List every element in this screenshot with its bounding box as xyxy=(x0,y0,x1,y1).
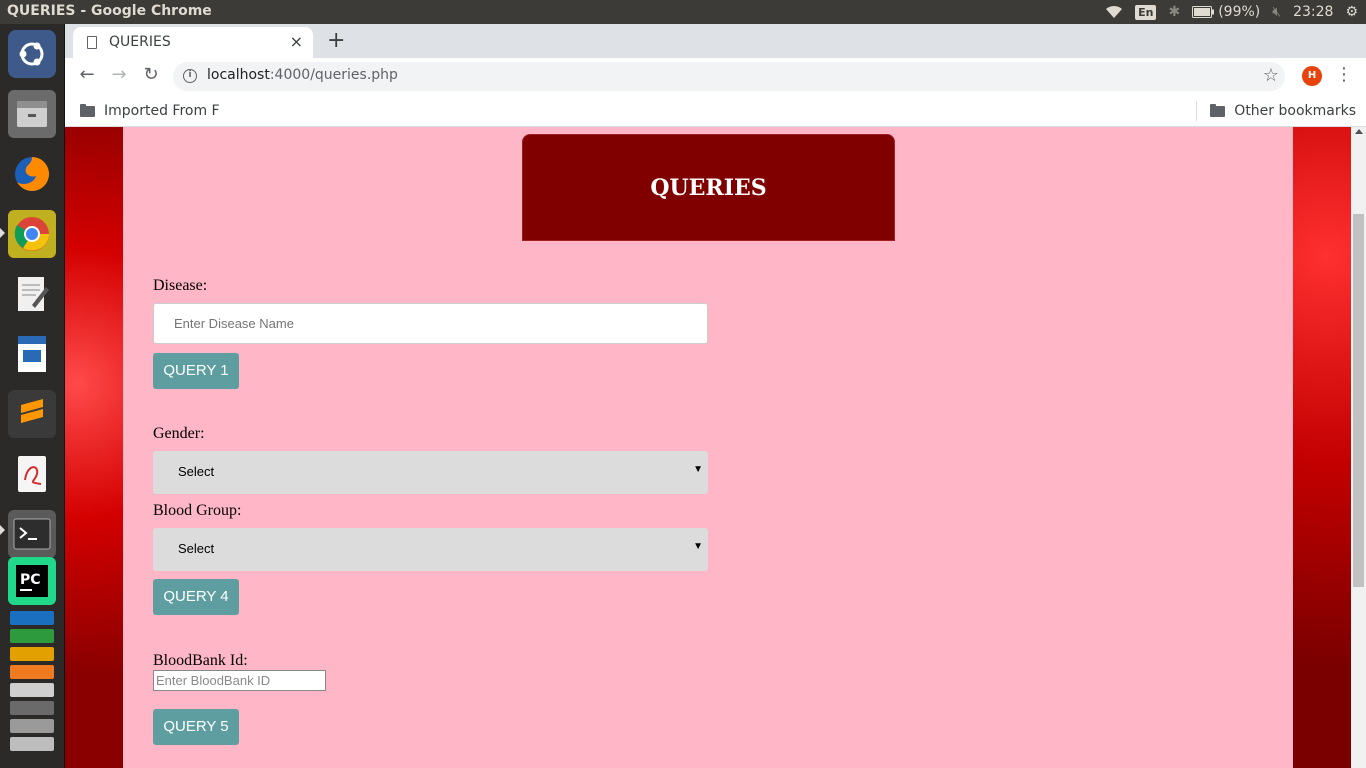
running-app-indicator xyxy=(0,525,5,535)
query5-button[interactable]: QUERY 5 xyxy=(153,709,239,745)
url-text[interactable]: localhost:4000/queries.php xyxy=(207,67,398,83)
disease-label: Disease: xyxy=(153,277,208,294)
background-left xyxy=(65,127,123,768)
libreoffice-writer-icon[interactable] xyxy=(8,330,56,378)
terminal-icon[interactable] xyxy=(8,510,56,558)
bookmark-imported-label: Imported From F xyxy=(104,103,220,119)
profile-avatar[interactable]: H xyxy=(1302,66,1322,86)
info-icon[interactable]: i xyxy=(183,69,197,83)
scroll-up-arrow-icon[interactable] xyxy=(1355,129,1363,134)
battery-percent: (99%) xyxy=(1218,4,1261,20)
new-tab-button[interactable]: + xyxy=(327,28,345,53)
browser-menu-icon[interactable]: ⋮ xyxy=(1335,64,1353,85)
page-icon xyxy=(87,36,97,49)
settings-gear-icon[interactable]: ⚙ xyxy=(1345,4,1358,20)
folder-icon xyxy=(80,103,95,117)
bookmark-other[interactable]: Other bookmarks xyxy=(1210,103,1356,119)
bookmark-imported[interactable]: Imported From F xyxy=(80,103,220,119)
window-title: QUERIES - Google Chrome xyxy=(7,3,212,19)
bloodbank-id-input[interactable] xyxy=(153,670,326,691)
document-viewer-icon[interactable] xyxy=(8,450,56,498)
gender-label: Gender: xyxy=(153,425,205,442)
page-viewport: QUERIES Disease: QUERY 1 Gender: Select … xyxy=(65,127,1351,768)
launcher: PC xyxy=(0,24,65,768)
gender-selected-value: Select xyxy=(178,464,215,479)
tab-close-icon[interactable]: × xyxy=(290,32,303,51)
bloodbank-id-label: BloodBank Id: xyxy=(153,652,248,669)
bluetooth-icon[interactable]: ✱ xyxy=(1168,4,1180,20)
battery-indicator[interactable]: (99%) xyxy=(1192,4,1260,20)
reload-button[interactable]: ↻ xyxy=(139,64,163,85)
pycharm-icon[interactable]: PC xyxy=(8,557,56,605)
url-host: localhost xyxy=(207,67,270,83)
gender-select[interactable]: Select ▼ xyxy=(153,451,708,494)
files-icon[interactable] xyxy=(8,90,56,138)
bookmark-other-label: Other bookmarks xyxy=(1234,103,1356,119)
bookmarks-divider xyxy=(1196,101,1197,121)
chevron-down-icon: ▼ xyxy=(693,464,703,475)
svg-text:PC: PC xyxy=(20,572,41,588)
tab-strip: QUERIES × + xyxy=(65,24,1366,58)
top-panel: QUERIES - Google Chrome En ✱ (99%) 🔇︎ 23… xyxy=(0,0,1366,24)
query4-button[interactable]: QUERY 4 xyxy=(153,579,239,615)
active-app-indicator xyxy=(0,228,5,238)
sublime-text-icon[interactable] xyxy=(8,390,56,438)
query1-button[interactable]: QUERY 1 xyxy=(153,353,239,389)
text-editor-icon[interactable] xyxy=(8,270,56,318)
keyboard-layout-indicator[interactable]: En xyxy=(1135,4,1157,20)
queries-panel: QUERIES Disease: QUERY 1 Gender: Select … xyxy=(123,127,1293,768)
url-path: :4000/queries.php xyxy=(269,67,398,83)
address-bar[interactable]: i localhost:4000/queries.php ☆ xyxy=(173,62,1285,91)
ubuntu-dash-icon[interactable] xyxy=(8,30,56,78)
firefox-icon[interactable] xyxy=(8,150,56,198)
page-header: QUERIES xyxy=(522,134,895,241)
volume-muted-icon[interactable]: 🔇︎ xyxy=(1272,4,1281,20)
system-tray: En ✱ (99%) 🔇︎ 23:28 ⚙ xyxy=(1105,0,1366,24)
battery-icon xyxy=(1192,6,1215,18)
browser-toolbar: ← → ↻ i localhost:4000/queries.php ☆ H ⋮ xyxy=(65,58,1366,95)
page-title: QUERIES xyxy=(650,175,767,201)
clock[interactable]: 23:28 xyxy=(1293,4,1333,20)
blood-group-select[interactable]: Select ▼ xyxy=(153,528,708,571)
blood-group-label: Blood Group: xyxy=(153,502,242,519)
wifi-icon[interactable] xyxy=(1105,5,1123,19)
bookmarks-bar: Imported From F Other bookmarks xyxy=(65,95,1366,127)
back-button[interactable]: ← xyxy=(75,64,99,85)
page-scrollbar[interactable] xyxy=(1351,127,1366,768)
chevron-down-icon: ▼ xyxy=(693,541,703,552)
chrome-icon[interactable] xyxy=(8,210,56,258)
background-right xyxy=(1293,127,1351,768)
tab-title: QUERIES xyxy=(109,34,171,50)
tab-queries[interactable]: QUERIES × xyxy=(73,27,313,58)
folder-icon xyxy=(1210,103,1226,117)
blood-group-selected-value: Select xyxy=(178,541,215,556)
bookmark-star-icon[interactable]: ☆ xyxy=(1263,65,1279,86)
scrollbar-thumb[interactable] xyxy=(1353,214,1364,587)
stacked-apps-icon[interactable] xyxy=(8,609,56,759)
browser-window: QUERIES × + ← → ↻ i localhost:4000/queri… xyxy=(65,24,1366,127)
disease-input[interactable] xyxy=(153,303,708,344)
forward-button[interactable]: → xyxy=(107,64,131,85)
